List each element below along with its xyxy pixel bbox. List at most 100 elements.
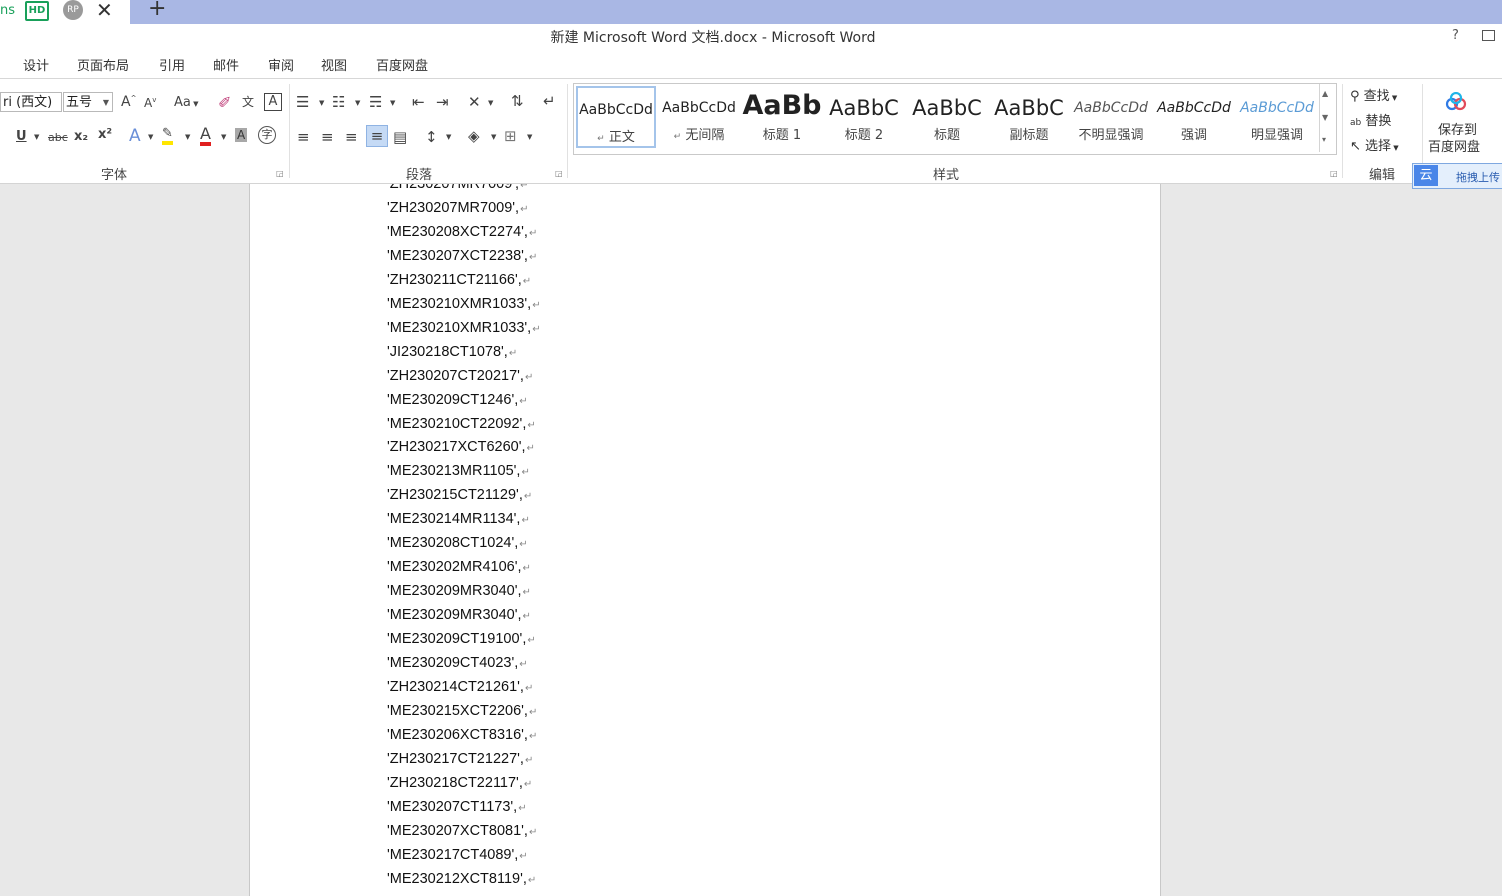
highlight-icon[interactable]: ✎ [162, 126, 173, 145]
document-line[interactable]: 'ME230209CT1246',↵ [387, 392, 528, 408]
document-line[interactable]: 'ME230207XCT2238',↵ [387, 248, 537, 264]
tab-review[interactable]: 审阅 [268, 55, 294, 74]
paragraph-dialog-launcher-icon[interactable]: ◲ [555, 169, 563, 178]
document-line[interactable]: 'ZH230217CT21227',↵ [387, 751, 533, 767]
document-line[interactable]: 'ZH230217XCT6260',↵ [387, 439, 535, 455]
document-line[interactable]: 'ME230209CT4023',↵ [387, 655, 528, 671]
tab-design[interactable]: 设计 [23, 55, 49, 74]
text-effects-icon[interactable]: A [129, 126, 141, 146]
subscript-button[interactable]: x₂ [74, 129, 88, 144]
document-line[interactable]: 'ME230210XMR1033',↵ [387, 296, 541, 312]
document-line[interactable]: 'ZH230207CT20217',↵ [387, 368, 533, 384]
document-line[interactable]: 'ME230207CT1173',↵ [387, 799, 527, 815]
gallery-down-icon[interactable]: ▼ [1322, 113, 1328, 122]
gallery-up-icon[interactable]: ▲ [1322, 89, 1328, 98]
font-dialog-launcher-icon[interactable]: ◲ [276, 169, 284, 178]
style-intense-emphasis[interactable]: AaBbCcDd 明显强调 [1237, 86, 1317, 148]
styles-dialog-launcher-icon[interactable]: ◲ [1330, 169, 1338, 178]
shrink-font-icon[interactable]: Av [144, 96, 156, 110]
borders-icon[interactable]: ⊞ [504, 127, 517, 145]
character-border-icon[interactable]: A [264, 93, 282, 111]
find-button[interactable]: ⚲ 查找 ▼ [1350, 85, 1397, 104]
chevron-down-icon[interactable]: ▼ [488, 99, 493, 107]
document-line[interactable]: 'ZH230218CT22117',↵ [387, 775, 532, 791]
chevron-down-icon[interactable]: ▼ [319, 99, 324, 107]
document-line[interactable]: 'ZH230214CT21261',↵ [387, 679, 533, 695]
document-line[interactable]: 'ME230210CT22092',↵ [387, 416, 536, 432]
chevron-down-icon[interactable]: ▼ [355, 99, 360, 107]
gallery-more-icon[interactable]: ▾ [1322, 135, 1326, 144]
font-color-icon[interactable]: A [200, 125, 211, 146]
document-line[interactable]: 'ME230210XMR1033',↵ [387, 320, 541, 336]
tab-view[interactable]: 视图 [321, 55, 347, 74]
tab-mailings[interactable]: 邮件 [213, 55, 239, 74]
document-line[interactable]: 'ME230208XCT2274',↵ [387, 224, 537, 240]
style-subtitle[interactable]: AaBbC 副标题 [989, 86, 1069, 148]
chevron-down-icon[interactable]: ▼ [527, 133, 532, 141]
enclose-characters-icon[interactable]: 字 [258, 126, 276, 144]
shading-icon[interactable]: ◈ [468, 127, 480, 145]
document-line[interactable]: 'ME230202MR4106',↵ [387, 559, 531, 575]
document-line[interactable]: 'ME230206XCT8316',↵ [387, 727, 537, 743]
change-case-button[interactable]: Aa ▼ [174, 95, 198, 110]
document-line[interactable]: 'ZH230211CT21166',↵ [387, 272, 531, 288]
increase-indent-icon[interactable]: ⇥ [436, 93, 449, 111]
chevron-down-icon[interactable]: ▼ [221, 133, 226, 141]
hd-badge-icon[interactable]: HD [25, 1, 49, 21]
help-icon[interactable]: ? [1452, 28, 1459, 43]
document-line[interactable]: 'ME230212XCT8119',↵ [387, 871, 536, 887]
select-button[interactable]: ↖ 选择 ▼ [1350, 135, 1399, 154]
chevron-down-icon[interactable]: ▼ [148, 133, 153, 141]
tab-page-layout[interactable]: 页面布局 [77, 55, 129, 74]
style-subtle-emphasis[interactable]: AaBbCcDd 不明显强调 [1071, 86, 1151, 148]
sort-icon[interactable]: ⇅ [511, 92, 524, 110]
restore-window-icon[interactable] [1482, 30, 1495, 41]
chinese-layout-icon[interactable]: ✕ [468, 93, 481, 111]
distributed-align-icon[interactable]: ▤ [393, 128, 407, 146]
superscript-button[interactable]: x² [98, 127, 112, 142]
document-page[interactable] [249, 184, 1161, 896]
document-line[interactable]: 'ME230209MR3040',↵ [387, 583, 531, 599]
document-line[interactable]: 'ME230213MR1105',↵ [387, 463, 530, 479]
style-title[interactable]: AaBbC 标题 [907, 86, 987, 148]
document-line[interactable]: 'ZH230215CT21129',↵ [387, 487, 532, 503]
line-spacing-icon[interactable]: ↕ [425, 128, 438, 146]
style-heading-2[interactable]: AaBbC 标题 2 [824, 86, 904, 148]
chevron-down-icon[interactable]: ▼ [446, 133, 451, 141]
document-line[interactable]: 'ZH230207MR7009',↵ [387, 200, 528, 216]
align-right-icon[interactable]: ≡ [345, 128, 358, 146]
document-line[interactable]: 'JI230218CT1078',↵ [387, 344, 517, 360]
style-heading-1[interactable]: AaBb 标题 1 [742, 86, 822, 148]
tab-baidu-netdisk[interactable]: 百度网盘 [376, 55, 428, 74]
document-line[interactable]: 'ME230208CT1024',↵ [387, 535, 528, 551]
replace-button[interactable]: ab 替换 [1350, 110, 1391, 129]
document-line[interactable]: 'ME230215XCT2206',↵ [387, 703, 537, 719]
save-to-baidu-button[interactable]: 保存到 百度网盘 [1428, 122, 1480, 156]
style-normal[interactable]: AaBbCcDd ↵ 正文 [576, 86, 656, 148]
chevron-down-icon[interactable]: ▼ [491, 133, 496, 141]
document-line[interactable]: 'ME230209CT19100',↵ [387, 631, 536, 647]
document-line[interactable]: 'ME230207XCT8081',↵ [387, 823, 537, 839]
character-shading-icon[interactable]: A [235, 128, 248, 142]
document-line[interactable]: 'ME230217CT4089',↵ [387, 847, 528, 863]
strikethrough-button[interactable]: abc [48, 131, 68, 144]
clear-format-icon[interactable]: ✐ [218, 93, 231, 112]
style-no-spacing[interactable]: AaBbCcDd ↵ 无间隔 [659, 86, 739, 148]
decrease-indent-icon[interactable]: ⇤ [412, 93, 425, 111]
font-size-combo[interactable]: 五号 ▼ [63, 92, 113, 112]
align-left-icon[interactable]: ≡ [297, 128, 310, 146]
numbering-icon[interactable]: ☷ [332, 93, 345, 111]
document-line[interactable]: 'ME230214MR1134',↵ [387, 511, 530, 527]
tab-references[interactable]: 引用 [159, 55, 185, 74]
justify-icon[interactable]: ≡ [366, 125, 388, 147]
style-emphasis[interactable]: AaBbCcDd 强调 [1154, 86, 1234, 148]
new-tab-icon[interactable]: + [148, 0, 166, 21]
document-line[interactable]: 'ME230209MR3040',↵ [387, 607, 531, 623]
underline-button[interactable]: U [16, 129, 27, 144]
avatar[interactable]: RP [63, 0, 83, 20]
grow-font-icon[interactable]: A^ [121, 94, 136, 110]
baidu-cloud-icon[interactable] [1444, 92, 1468, 112]
chevron-down-icon[interactable]: ▼ [34, 133, 39, 141]
align-center-icon[interactable]: ≡ [321, 128, 334, 146]
chevron-down-icon[interactable]: ▼ [185, 133, 190, 141]
